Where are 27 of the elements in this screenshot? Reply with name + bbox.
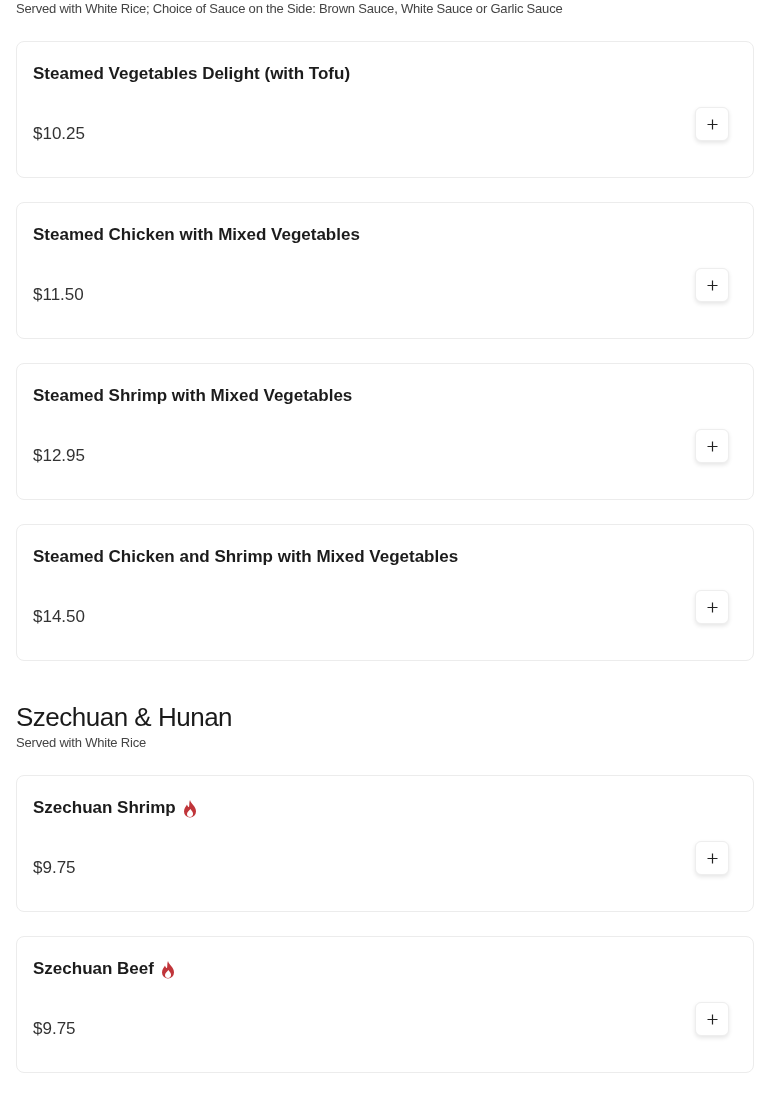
plus-icon (706, 852, 718, 864)
plus-icon (706, 440, 718, 452)
item-price: $10.25 (33, 123, 85, 144)
add-button[interactable] (695, 268, 729, 302)
item-name: Steamed Vegetables Delight (with Tofu) (33, 63, 351, 85)
item-name: Szechuan Beef (33, 958, 154, 980)
add-button[interactable] (695, 1002, 729, 1036)
item-name: Steamed Chicken with Mixed Vegetables (33, 224, 360, 246)
item-name: Szechuan Shrimp (33, 797, 176, 819)
plus-icon (706, 118, 718, 130)
item-price: $11.50 (33, 284, 84, 305)
add-button[interactable] (695, 841, 729, 875)
section-subtitle: Served with White Rice (16, 734, 147, 752)
item-price: $9.75 (33, 857, 76, 878)
add-button[interactable] (695, 107, 729, 141)
add-button[interactable] (695, 429, 729, 463)
item-price: $14.50 (33, 606, 85, 627)
plus-icon (706, 279, 718, 291)
item-name: Steamed Chicken and Shrimp with Mixed Vegetables (33, 546, 459, 568)
item-price: $12.95 (33, 445, 85, 466)
plus-icon (706, 601, 718, 613)
plus-icon (706, 1013, 718, 1025)
add-button[interactable] (695, 590, 729, 624)
item-name: Steamed Shrimp with Mixed Vegetables (33, 385, 353, 407)
section-title: Szechuan & Hunan (16, 701, 234, 733)
item-price: $9.75 (33, 1018, 76, 1039)
section-subtitle: Served with White Rice; Choice of Sauce on the Side: Brown Sauce, White Sauce or Garlic Sauce (16, 0, 564, 18)
